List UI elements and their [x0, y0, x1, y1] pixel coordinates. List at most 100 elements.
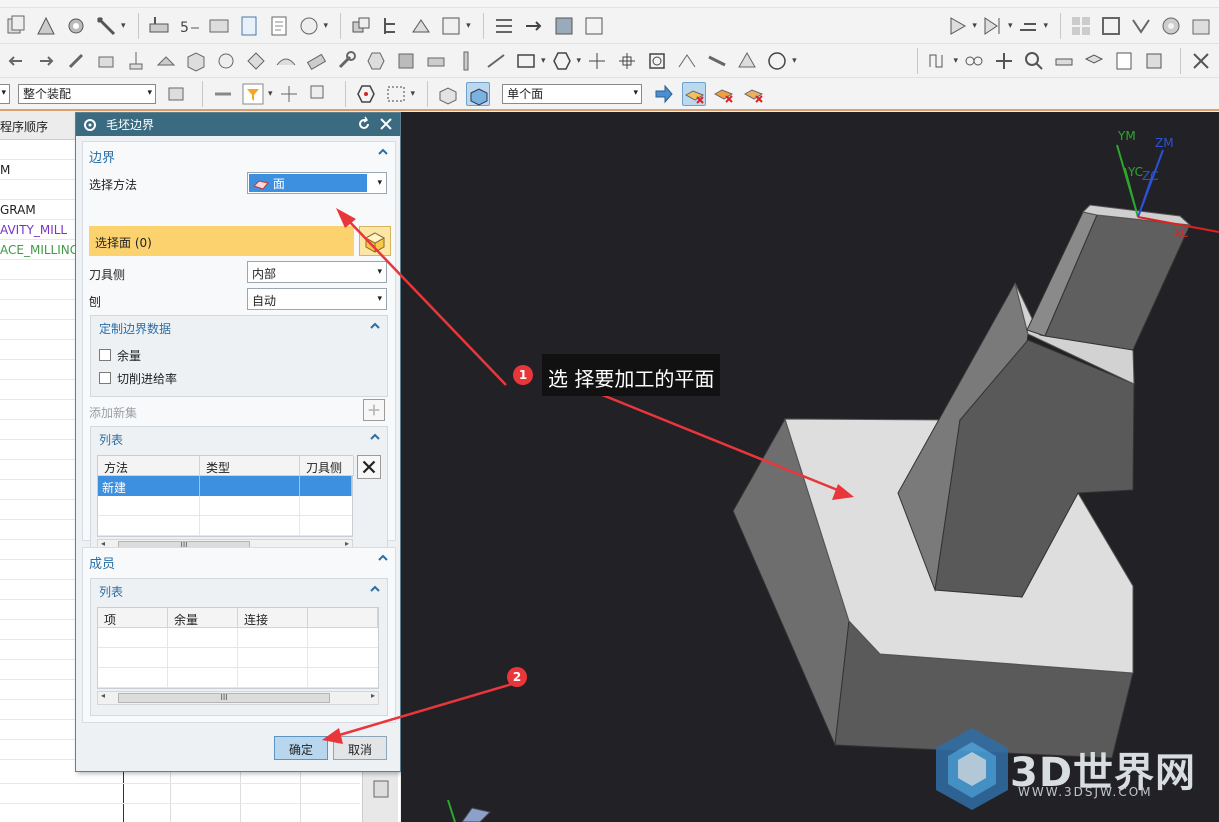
members-section-header[interactable]: 成员 [83, 548, 395, 572]
navigator-row[interactable] [0, 700, 75, 720]
chevron-down-icon[interactable]: ▾ [324, 21, 329, 31]
block-icon[interactable] [184, 49, 208, 73]
hex-icon[interactable] [364, 49, 388, 73]
boundary-list-header[interactable]: 列表 [91, 427, 387, 449]
navigator-row[interactable] [0, 660, 75, 680]
navigator-row[interactable] [0, 520, 75, 540]
frame-icon[interactable] [1099, 14, 1123, 38]
navigator-row[interactable] [0, 540, 75, 560]
navigator-row[interactable]: ACE_MILLING [0, 240, 75, 260]
orient-icon[interactable] [244, 49, 268, 73]
navigator-row[interactable] [0, 360, 75, 380]
surface-icon[interactable] [274, 49, 298, 73]
navigator-row[interactable] [0, 380, 75, 400]
chevron-down-icon[interactable]: ▾ [466, 21, 471, 31]
navigator-row[interactable] [0, 280, 75, 300]
column-header[interactable]: 刀具侧 [300, 456, 354, 476]
face-solid-icon[interactable] [436, 82, 460, 106]
navigator-row[interactable] [0, 680, 75, 700]
column-header[interactable] [308, 608, 378, 628]
chevron-up-icon[interactable] [369, 320, 381, 332]
navigator-row[interactable] [0, 740, 75, 760]
add-point-icon[interactable] [992, 49, 1016, 73]
type-filter-dropdown[interactable]: ▾ [0, 83, 10, 104]
face-select-icon[interactable] [466, 81, 491, 106]
stock-checkbox[interactable] [99, 349, 111, 361]
axis-icon[interactable] [585, 49, 609, 73]
chevron-up-icon[interactable] [377, 552, 389, 564]
scroll-left-icon[interactable]: ◂ [101, 691, 105, 700]
method-icon[interactable] [439, 14, 463, 38]
operation-icon[interactable] [147, 14, 171, 38]
feature-icon[interactable] [349, 14, 373, 38]
members-list-header[interactable]: 列表 [91, 579, 387, 601]
move-left-icon[interactable] [4, 49, 28, 73]
verify-icon[interactable] [297, 14, 321, 38]
navigator-row[interactable]: GRAM [0, 200, 75, 220]
navigator-row[interactable] [0, 300, 75, 320]
navigator-row[interactable] [0, 180, 75, 200]
measure-icon[interactable] [1052, 49, 1076, 73]
navigator-row[interactable] [0, 600, 75, 620]
navigator-row[interactable] [0, 340, 75, 360]
navigator-header[interactable]: 程序顺序 [0, 112, 75, 140]
face-clear-icon[interactable] [742, 82, 766, 106]
navigator-row[interactable] [0, 480, 75, 500]
tool-icon[interactable] [94, 14, 118, 38]
navigator-row[interactable] [0, 580, 75, 600]
navigator-row[interactable] [0, 640, 75, 660]
navigator-row[interactable] [0, 720, 75, 740]
cursor-point-icon[interactable] [277, 82, 301, 106]
feed-rate-checkbox[interactable] [99, 372, 111, 384]
transform-icon[interactable] [34, 14, 58, 38]
add-new-set-button[interactable] [363, 399, 385, 421]
reset-icon[interactable] [356, 116, 372, 132]
hexagon-icon[interactable] [550, 49, 574, 73]
feature-op-icon[interactable] [94, 49, 118, 73]
toolbox-icon[interactable] [1189, 14, 1213, 38]
chevron-up-icon[interactable] [369, 583, 381, 595]
scroll-right-icon[interactable]: ▸ [371, 691, 375, 700]
select-assembly-icon[interactable] [164, 82, 188, 106]
cancel-button[interactable]: 取消 [333, 736, 387, 760]
link-icon[interactable] [962, 49, 986, 73]
navigator-row[interactable] [0, 500, 75, 520]
export-icon[interactable] [1142, 49, 1166, 73]
scroll-thumb[interactable]: III [118, 693, 330, 703]
resource-icon[interactable] [369, 777, 393, 801]
hand-icon[interactable] [214, 49, 238, 73]
graphics-viewport[interactable] [401, 112, 1219, 822]
gear-part-icon[interactable] [64, 14, 88, 38]
hexagon-select-icon[interactable] [354, 82, 378, 106]
mill-icon[interactable] [124, 49, 148, 73]
rectangle-select-icon[interactable] [384, 82, 408, 106]
check-icon[interactable] [1129, 14, 1153, 38]
remove-selection-icon[interactable] [682, 81, 707, 106]
navigator-row[interactable] [0, 400, 75, 420]
sheet-icon[interactable] [675, 49, 699, 73]
shop-doc-icon[interactable] [267, 14, 291, 38]
tool-side-dropdown[interactable]: 内部 ▾ [247, 261, 387, 283]
select-face-row[interactable]: 选择面 (0) [89, 226, 354, 256]
filter-icon[interactable] [241, 82, 265, 106]
table-row[interactable] [98, 668, 378, 688]
search-tool-icon[interactable] [1022, 49, 1046, 73]
navigator-row[interactable] [0, 420, 75, 440]
chevron-down-icon[interactable]: ▾ [121, 21, 126, 31]
chevron-down-icon[interactable]: ▾ [268, 89, 273, 99]
table-row[interactable] [98, 496, 352, 516]
chevron-down-icon[interactable]: ▾ [972, 21, 977, 31]
cube-icon[interactable] [394, 49, 418, 73]
face-x-icon[interactable] [712, 82, 736, 106]
close-icon[interactable] [378, 116, 394, 132]
column-header[interactable]: 连接 [238, 608, 308, 628]
eraser-icon[interactable] [304, 49, 328, 73]
report-icon[interactable] [1112, 49, 1136, 73]
move-right-icon[interactable] [34, 49, 58, 73]
bolt-icon[interactable] [454, 49, 478, 73]
chevron-down-icon[interactable]: ▾ [577, 56, 582, 66]
navigator-row[interactable] [0, 440, 75, 460]
hierarchy-icon[interactable] [379, 14, 403, 38]
navigator-row[interactable] [0, 460, 75, 480]
close-icon[interactable] [1189, 49, 1213, 73]
